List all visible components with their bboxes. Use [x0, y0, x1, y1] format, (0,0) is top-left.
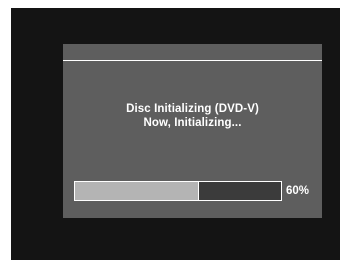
progress-bar-fill [75, 182, 199, 200]
progress-bar [74, 181, 282, 201]
progress-percent-label: 60% [286, 185, 310, 197]
dialog-divider [63, 60, 322, 61]
dialog-title: Disc Initializing (DVD-V) [126, 103, 259, 115]
initializing-dialog: Disc Initializing (DVD-V) Now, Initializ… [63, 44, 322, 218]
dialog-status-text: Now, Initializing... [143, 117, 242, 129]
tv-screen: Disc Initializing (DVD-V) Now, Initializ… [11, 8, 340, 260]
